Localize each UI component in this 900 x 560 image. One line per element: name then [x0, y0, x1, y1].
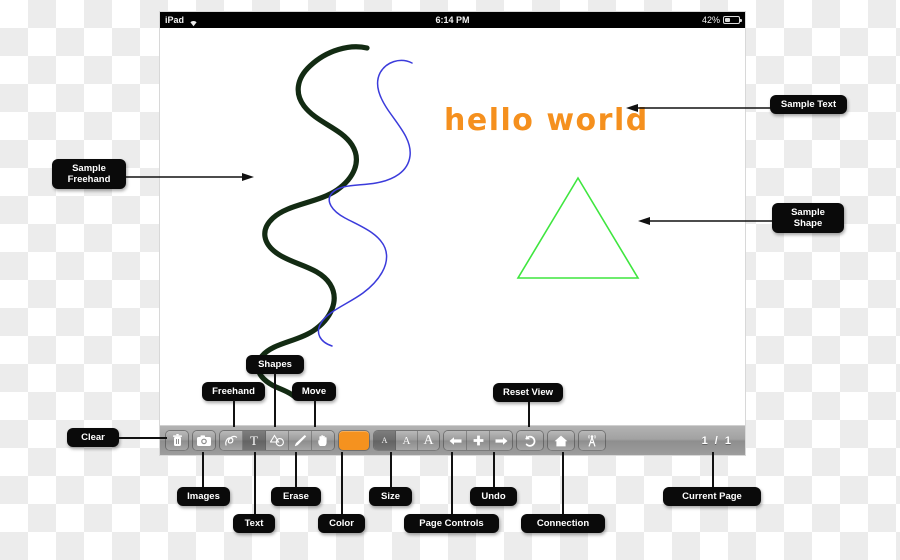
images-group [193, 431, 215, 450]
triangle-shape [516, 176, 640, 279]
status-bar-left: iPad [165, 12, 199, 28]
leader-page-controls [451, 452, 453, 514]
dark-freehand-stroke [255, 44, 370, 401]
home-icon [554, 435, 568, 447]
leader-size [390, 452, 392, 487]
callout-connection: Connection [521, 514, 605, 533]
leader-sample-freehand [126, 173, 254, 181]
leader-erase [295, 452, 297, 487]
move-button[interactable] [312, 431, 334, 450]
reset-view-button[interactable] [548, 431, 574, 450]
plus-icon [473, 435, 484, 446]
leader-freehand [233, 400, 235, 427]
callout-shapes: Shapes [246, 355, 304, 374]
callout-clear: Clear [67, 428, 119, 447]
leader-sample-text [626, 104, 770, 112]
broadcast-tower-icon [585, 434, 599, 447]
leader-color [341, 452, 343, 514]
status-bar-right: 42% [701, 12, 742, 28]
squiggle-icon [224, 434, 238, 448]
hello-world-text-object[interactable]: hello world [444, 103, 649, 138]
undo-button[interactable] [517, 431, 543, 450]
battery-percent-label: 42% [701, 15, 720, 25]
letter-a-small-icon: A [381, 436, 388, 445]
size-small-button[interactable]: A [374, 431, 396, 450]
connection-button[interactable] [579, 431, 605, 450]
shapes-icon [269, 434, 285, 447]
callout-size: Size [369, 487, 412, 506]
clear-button[interactable] [166, 431, 188, 450]
color-button[interactable] [339, 431, 369, 450]
leader-connection [562, 452, 564, 514]
eraser-icon [293, 434, 307, 448]
leader-undo [493, 452, 495, 487]
reset-view-group [548, 431, 574, 450]
clock-label: 6:14 PM [435, 15, 470, 25]
callout-color: Color [318, 514, 365, 533]
page-controls-group [444, 431, 512, 450]
callout-move: Move [292, 382, 336, 401]
leader-images [202, 452, 204, 487]
leader-current-page [712, 452, 714, 487]
tools-group: T [220, 431, 334, 450]
leader-sample-shape [638, 217, 772, 225]
text-button[interactable]: T [243, 431, 266, 450]
size-group: A A A [374, 431, 439, 450]
callout-sample-freehand: Sample Freehand [52, 159, 126, 189]
callout-images: Images [177, 487, 230, 506]
app-toolbar: T A A A 1 / 1 [160, 425, 745, 455]
clear-group [166, 431, 188, 450]
images-button[interactable] [193, 431, 215, 450]
callout-text: Text [233, 514, 275, 533]
shapes-button[interactable] [266, 431, 289, 450]
callout-reset-view: Reset View [493, 383, 563, 402]
text-t-icon: T [250, 433, 258, 448]
letter-a-medium-icon: A [402, 434, 411, 447]
callout-erase: Erase [271, 487, 321, 506]
leader-reset-view [528, 402, 530, 427]
leader-move [314, 400, 316, 427]
callout-freehand: Freehand [202, 382, 265, 401]
callout-sample-text: Sample Text [770, 95, 847, 114]
letter-a-large-icon: A [423, 432, 434, 448]
arrow-left-icon [449, 436, 462, 446]
callout-current-page: Current Page [663, 487, 761, 506]
callout-undo: Undo [470, 487, 517, 506]
device-name-label: iPad [165, 15, 185, 25]
undo-group [517, 431, 543, 450]
callout-page-controls: Page Controls [404, 514, 499, 533]
leader-clear [119, 437, 167, 439]
page-indicator: 1 / 1 [701, 434, 733, 447]
wifi-icon [188, 16, 199, 26]
erase-button[interactable] [289, 431, 312, 450]
undo-arrow-icon [523, 434, 537, 448]
leader-text [254, 452, 256, 514]
camera-icon [197, 435, 211, 446]
freehand-button[interactable] [220, 431, 243, 450]
callout-sample-shape: Sample Shape [772, 203, 844, 233]
size-large-button[interactable]: A [418, 431, 439, 450]
page-add-button[interactable] [467, 431, 490, 450]
trash-icon [172, 434, 182, 447]
status-bar: iPad 6:14 PM 42% [160, 12, 745, 28]
page-prev-button[interactable] [444, 431, 467, 450]
size-medium-button[interactable]: A [396, 431, 418, 450]
hand-icon [317, 434, 329, 447]
arrow-right-icon [495, 436, 508, 446]
connection-group [579, 431, 605, 450]
page-next-button[interactable] [490, 431, 512, 450]
leader-shapes [274, 373, 276, 427]
battery-icon [723, 16, 742, 24]
